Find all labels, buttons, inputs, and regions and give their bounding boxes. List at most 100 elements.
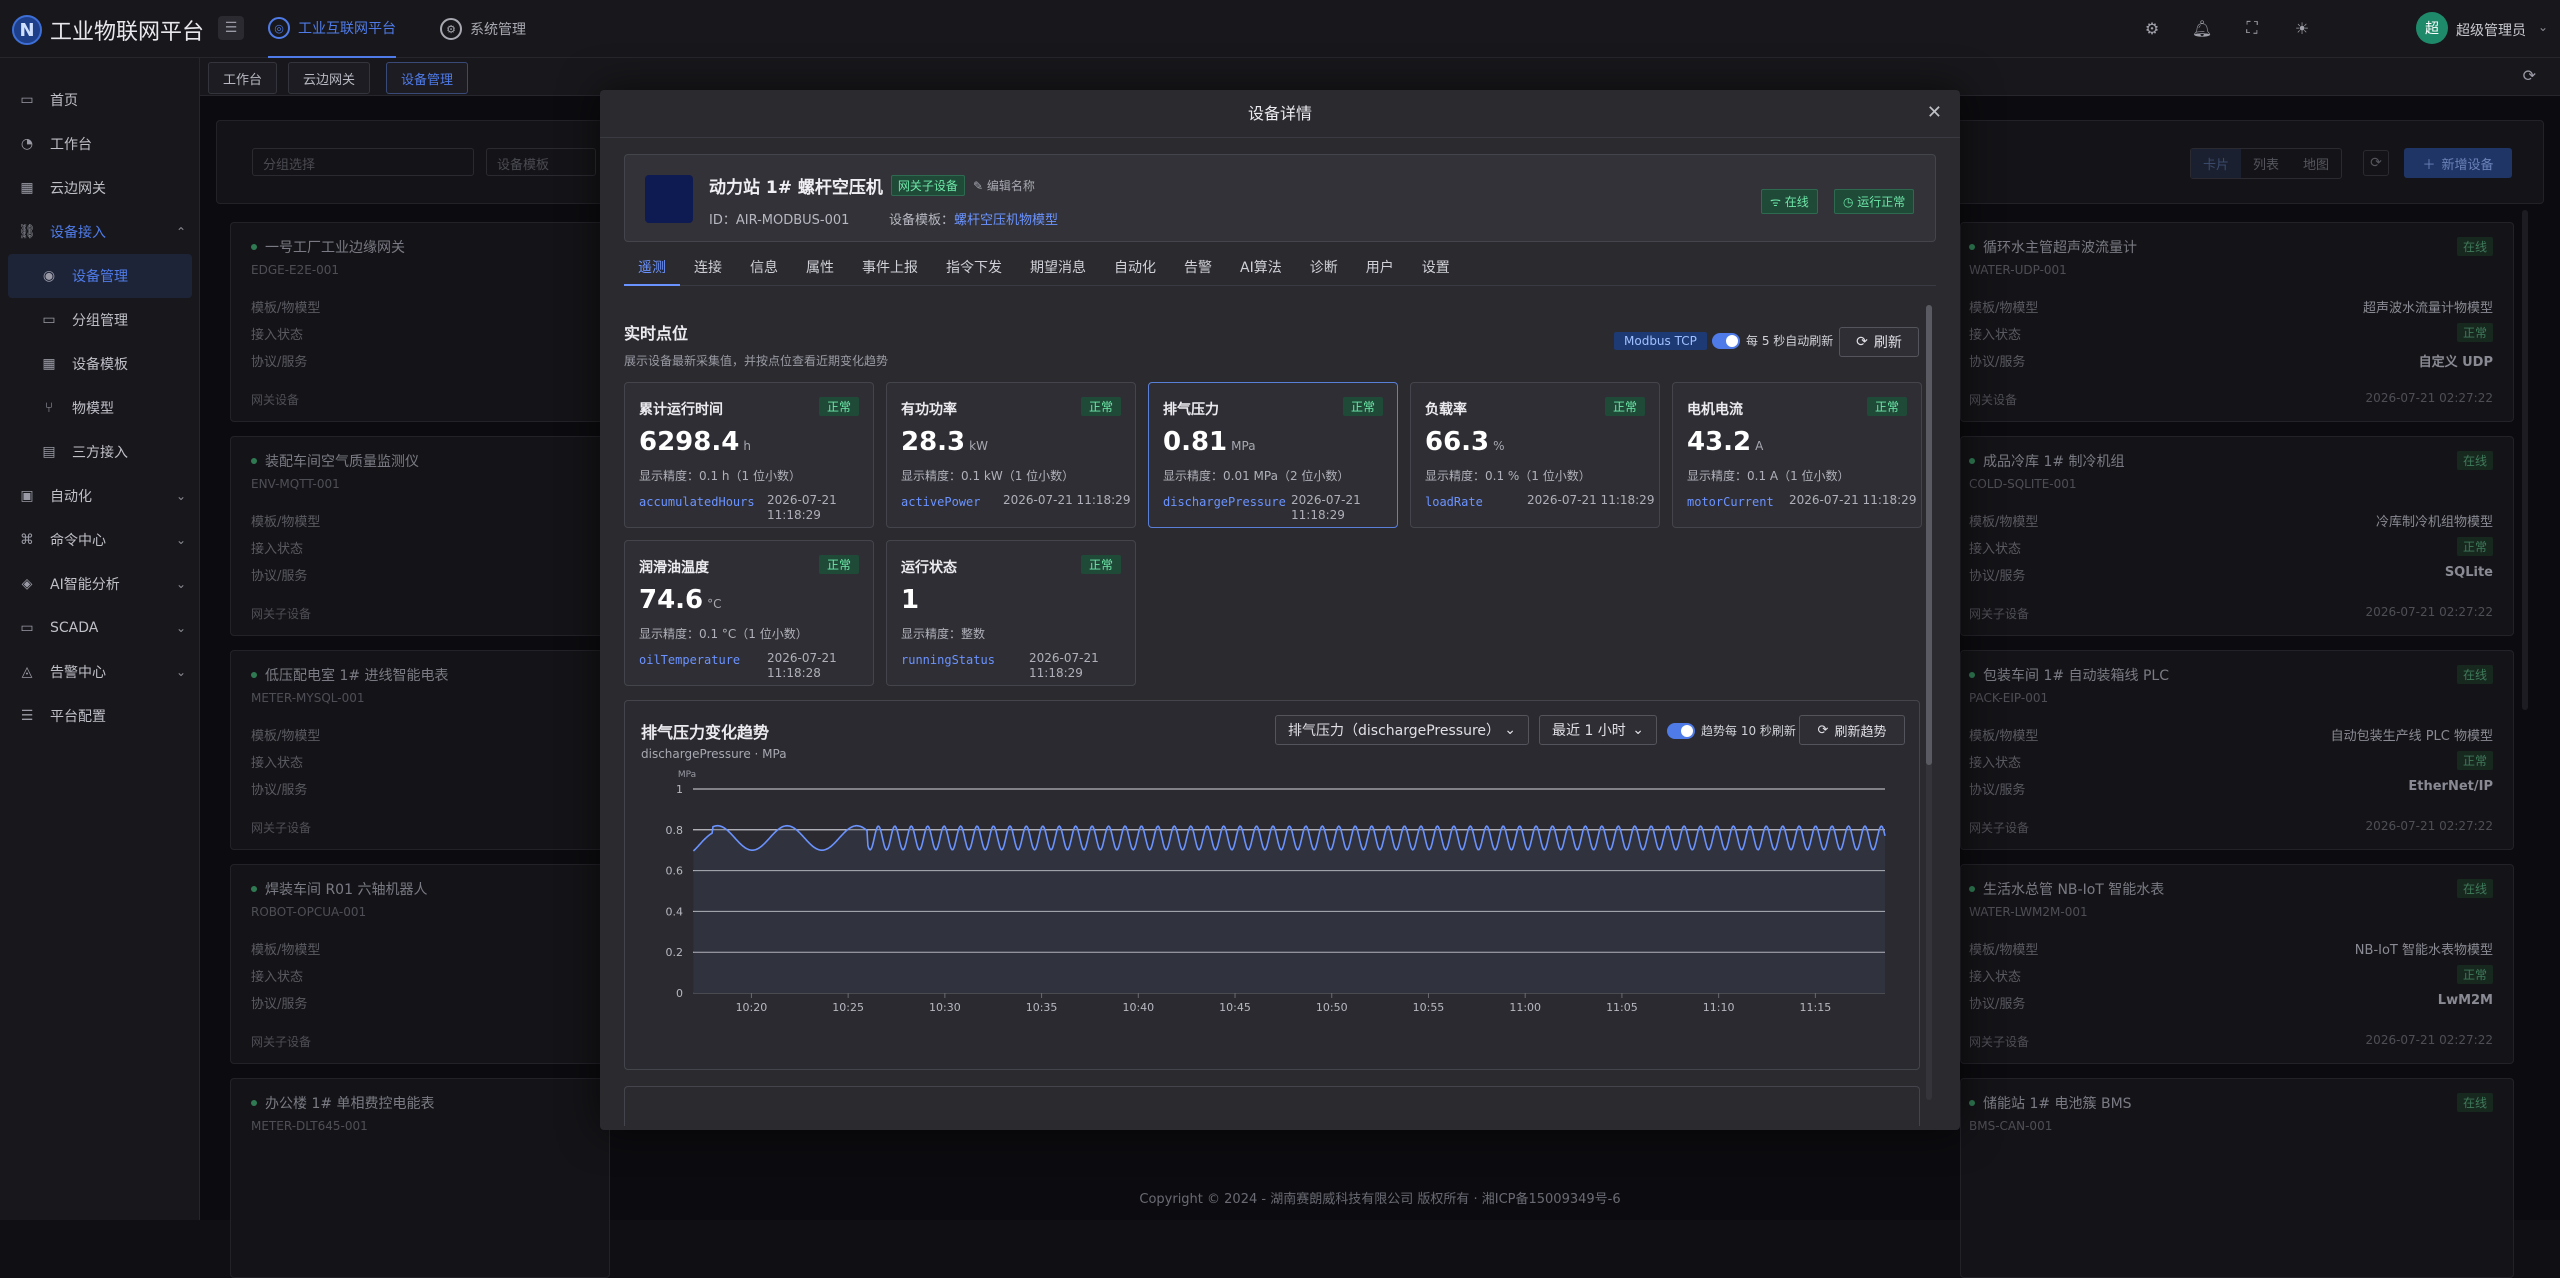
trend-panel: 排气压力变化趋势 dischargePressure · MPa 排气压力（di…	[624, 700, 1920, 1070]
detail-tab-2[interactable]: 信息	[736, 250, 792, 286]
point-unit: %	[1493, 439, 1505, 453]
chevron-down-icon[interactable]: ⌄	[2538, 20, 2548, 34]
app-logo[interactable]: N 工业物联网平台	[12, 14, 204, 46]
online-label: 在线	[1784, 195, 1809, 209]
card-code: EDGE-E2E-001	[251, 263, 340, 277]
view-list[interactable]: 列表	[2241, 149, 2291, 178]
sidebar-item-2[interactable]: ▦ 云边网关	[0, 166, 200, 210]
sidebar-item-14[interactable]: ☰ 平台配置	[0, 694, 200, 738]
sidebar-item-1[interactable]: ◔ 工作台	[0, 122, 200, 166]
user-name[interactable]: 超级管理员	[2456, 20, 2526, 40]
detail-tab-11[interactable]: 用户	[1352, 250, 1408, 286]
detail-tab-10[interactable]: 诊断	[1296, 250, 1352, 286]
device-card-right[interactable]: 包装车间 1# 自动装箱线 PLC 在线 PACK-EIP-001 模板/物模型 接入状…	[1960, 650, 2514, 850]
sidebar-item-11[interactable]: ◈ AI智能分析 ⌄	[0, 562, 200, 606]
point-card-motorCurrent[interactable]: 电机电流 正常 43.2 A 显示精度：0.1 A（1 位小数） motorCurrent…	[1672, 382, 1922, 528]
point-card-accumulatedHours[interactable]: 累计运行时间 正常 6298.4 h 显示精度：0.1 h（1 位小数） accumula…	[624, 382, 874, 528]
topnav-system[interactable]: ⚙ 系统管理	[440, 0, 526, 58]
settings-icon[interactable]: ⚙	[2140, 16, 2164, 40]
sidebar-item-6[interactable]: ▦ 设备模板	[0, 342, 200, 386]
grid-icon: ▦	[42, 356, 56, 372]
trend-refresh-toggle[interactable]	[1667, 722, 1695, 739]
detail-tab-6[interactable]: 期望消息	[1016, 250, 1100, 286]
sidebar-item-0[interactable]: ▭ 首页	[0, 78, 200, 122]
modal-scrollbar[interactable]	[1926, 305, 1932, 765]
template-link[interactable]: 螺杆空压机物模型	[954, 213, 1058, 228]
avatar[interactable]: 超	[2416, 12, 2448, 44]
point-key[interactable]: oilTemperature	[639, 653, 740, 667]
point-card-dischargePressure[interactable]: 排气压力 正常 0.81 MPa 显示精度：0.01 MPa（2 位小数） dischar…	[1148, 382, 1398, 528]
device-card-left[interactable]: 一号工厂工业边缘网关 EDGE-E2E-001 模板/物模型 接入状态 协议/服务 网关设…	[230, 222, 610, 422]
view-card[interactable]: 卡片	[2191, 149, 2242, 178]
device-card-left[interactable]: 办公楼 1# 单相费控电能表 METER-DLT645-001	[230, 1078, 610, 1278]
point-card-loadRate[interactable]: 负载率 正常 66.3% 显示精度：0.1 %（1 位小数） loadRate 2026-…	[1410, 382, 1660, 528]
auto-refresh-switch[interactable]: 每 5 秒自动刷新	[1712, 332, 1833, 349]
close-icon[interactable]: ✕	[1927, 102, 1942, 123]
sidebar-item-7[interactable]: ⑂ 物模型	[0, 386, 200, 430]
device-card-right[interactable]: 循环水主管超声波流量计 在线 WATER-UDP-001 模板/物模型 接入状态 协议/服…	[1960, 222, 2514, 422]
device-card-left[interactable]: 装配车间空气质量监测仪 ENV-MQTT-001 模板/物模型 接入状态 协议/服务 网关…	[230, 436, 610, 636]
sidebar-item-3[interactable]: ⛓ 设备接入 ⌃	[0, 210, 200, 254]
add-device-button[interactable]: ＋ 新增设备	[2404, 148, 2512, 178]
field-label: 协议/服务	[1969, 997, 2026, 1012]
bell-icon[interactable]: 🔔︎	[2190, 16, 2214, 40]
auto-refresh-toggle[interactable]	[1712, 332, 1740, 349]
device-card-right[interactable]: 生活水总管 NB-IoT 智能水表 在线 WATER-LWM2M-001 模板/物模型…	[1960, 864, 2514, 1064]
list-refresh-icon[interactable]: ⟳	[2363, 150, 2389, 176]
sidebar-item-12[interactable]: ▭ SCADA ⌄	[0, 606, 200, 650]
x-tick-label: 11:10	[1703, 1001, 1735, 1014]
point-key[interactable]: runningStatus	[901, 653, 995, 667]
sidebar-item-9[interactable]: ▣ 自动化 ⌄	[0, 474, 200, 518]
sidebar-item-8[interactable]: ▤ 三方接入	[0, 430, 200, 474]
point-key[interactable]: accumulatedHours	[639, 495, 755, 509]
sidebar-item-13[interactable]: ◬ 告警中心 ⌄	[0, 650, 200, 694]
detail-tab-3[interactable]: 属性	[792, 250, 848, 286]
detail-tab-12[interactable]: 设置	[1408, 250, 1464, 286]
device-card-left[interactable]: 低压配电室 1# 进线智能电表 METER-MYSQL-001 模板/物模型 接入状态…	[230, 650, 610, 850]
topnav-industrial[interactable]: ◎ 工业互联网平台	[268, 0, 396, 58]
trend-chart[interactable]: MPa 0 0.2 0.4 0.6 0.8 1 10:20 10:25 10:30 10:35 10:…	[625, 765, 1919, 1065]
detail-tab-7[interactable]: 自动化	[1100, 250, 1170, 286]
range-select[interactable]: 最近 1 小时 ⌄	[1539, 715, 1657, 745]
point-card-oilTemperature[interactable]: 润滑油温度 正常 74.6 °C 显示精度：0.1 °C（1 位小数） oilTemper…	[624, 540, 874, 686]
detail-tab-0[interactable]: 遥测	[624, 250, 680, 286]
refresh-button[interactable]: ⟳ 刷新	[1839, 327, 1919, 357]
device-card-right[interactable]: 储能站 1# 电池簇 BMS 在线 BMS-CAN-001	[1960, 1078, 2514, 1278]
detail-tab-9[interactable]: AI算法	[1226, 250, 1296, 286]
card-protocol: SQLite	[2444, 565, 2493, 580]
menu-toggle-icon[interactable]: ☰	[218, 16, 244, 40]
point-unit: h	[743, 439, 751, 453]
tab-device-management[interactable]: 设备管理	[386, 62, 469, 94]
fullscreen-icon[interactable]: ⛶	[2240, 16, 2264, 40]
device-card-left[interactable]: 焊装车间 R01 六轴机器人 ROBOT-OPCUA-001 模板/物模型 接入状态协…	[230, 864, 610, 1064]
detail-tab-4[interactable]: 事件上报	[848, 250, 932, 286]
refresh-icon[interactable]: ⟳	[2523, 66, 2536, 85]
detail-tab-1[interactable]: 连接	[680, 250, 736, 286]
point-key[interactable]: loadRate	[1425, 495, 1483, 509]
device-card-right[interactable]: 成品冷库 1# 制冷机组 在线 COLD-SQLITE-001 模板/物模型 接入状态协…	[1960, 436, 2514, 636]
y-tick-label: 0.8	[666, 824, 684, 837]
sidebar-item-4[interactable]: ◉ 设备管理	[8, 254, 192, 298]
sidebar-item-10[interactable]: ⌘ 命令中心 ⌄	[0, 518, 200, 562]
detail-tab-5[interactable]: 指令下发	[932, 250, 1016, 286]
view-map[interactable]: 地图	[2291, 149, 2341, 178]
detail-tab-8[interactable]: 告警	[1170, 250, 1226, 286]
point-key[interactable]: dischargePressure	[1163, 495, 1286, 509]
trend-auto-refresh[interactable]: 趋势每 10 秒刷新	[1667, 722, 1796, 739]
sidebar-item-label: 云边网关	[50, 181, 106, 197]
point-key[interactable]: activePower	[901, 495, 980, 509]
tab-workbench[interactable]: 工作台	[208, 62, 278, 94]
group-filter[interactable]: 分组选择	[252, 148, 474, 176]
theme-icon[interactable]: ☀	[2290, 16, 2314, 40]
template-filter[interactable]: 设备模板	[486, 148, 596, 176]
sidebar-item-5[interactable]: ▭ 分组管理	[0, 298, 200, 342]
point-card-runningStatus[interactable]: 运行状态 正常 1 显示精度：整数 runningStatus 2026-07-21 11…	[886, 540, 1136, 686]
point-key[interactable]: motorCurrent	[1687, 495, 1774, 509]
point-card-activePower[interactable]: 有功功率 正常 28.3 kW 显示精度：0.1 kW（1 位小数） activePowe…	[886, 382, 1136, 528]
point-select[interactable]: 排气压力（dischargePressure） ⌄	[1275, 715, 1529, 745]
field-label: 模板/物模型	[251, 301, 321, 316]
refresh-trend-button[interactable]: ⟳ 刷新趋势	[1799, 715, 1905, 745]
edit-name-link[interactable]: ✎ 编辑名称	[973, 177, 1035, 194]
tab-gateway[interactable]: 云边网关	[288, 62, 371, 94]
page-scrollbar[interactable]	[2522, 210, 2528, 710]
